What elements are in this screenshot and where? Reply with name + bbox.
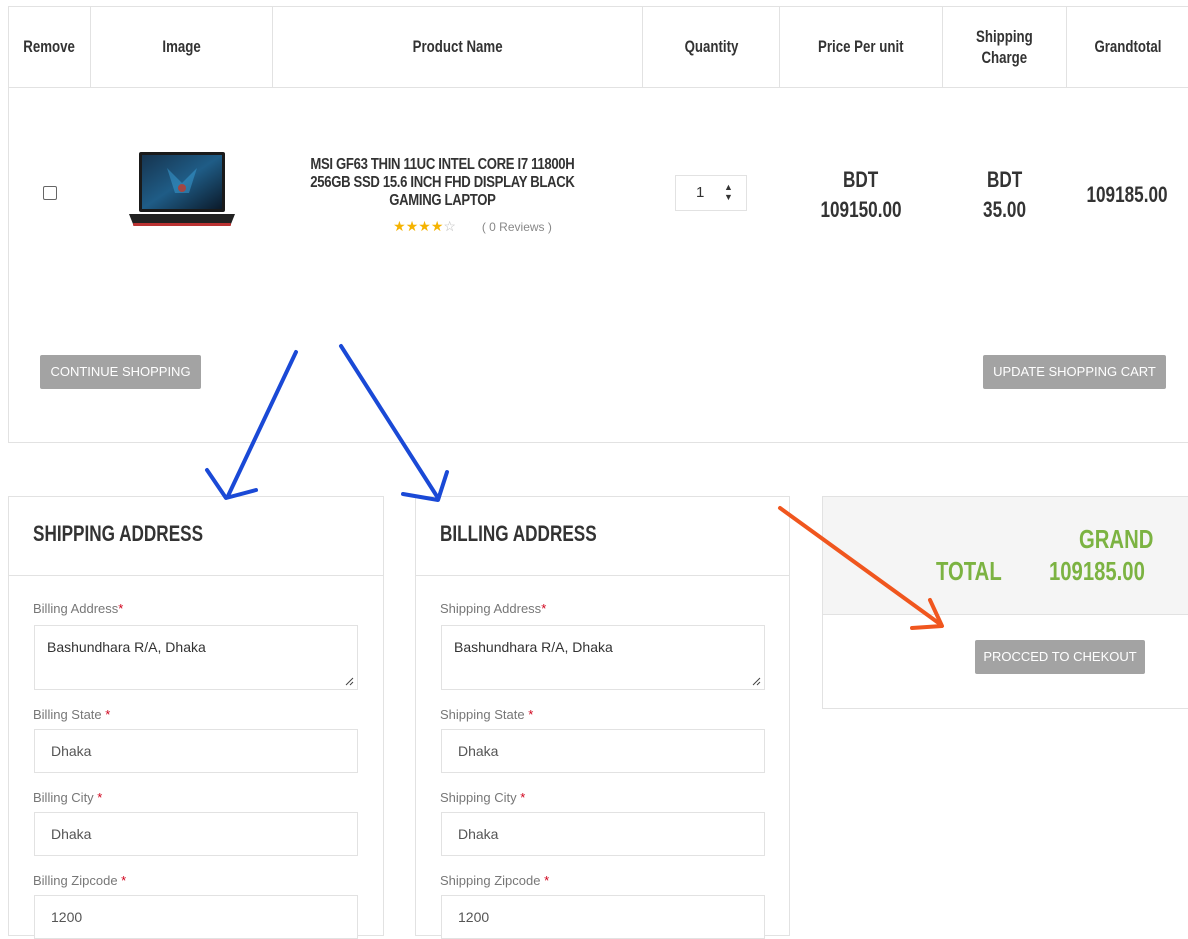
- blue-arrow-right: [341, 346, 447, 500]
- blue-arrow-left: [207, 352, 296, 498]
- annotation-arrows: [0, 0, 1188, 930]
- orange-arrow: [780, 508, 942, 628]
